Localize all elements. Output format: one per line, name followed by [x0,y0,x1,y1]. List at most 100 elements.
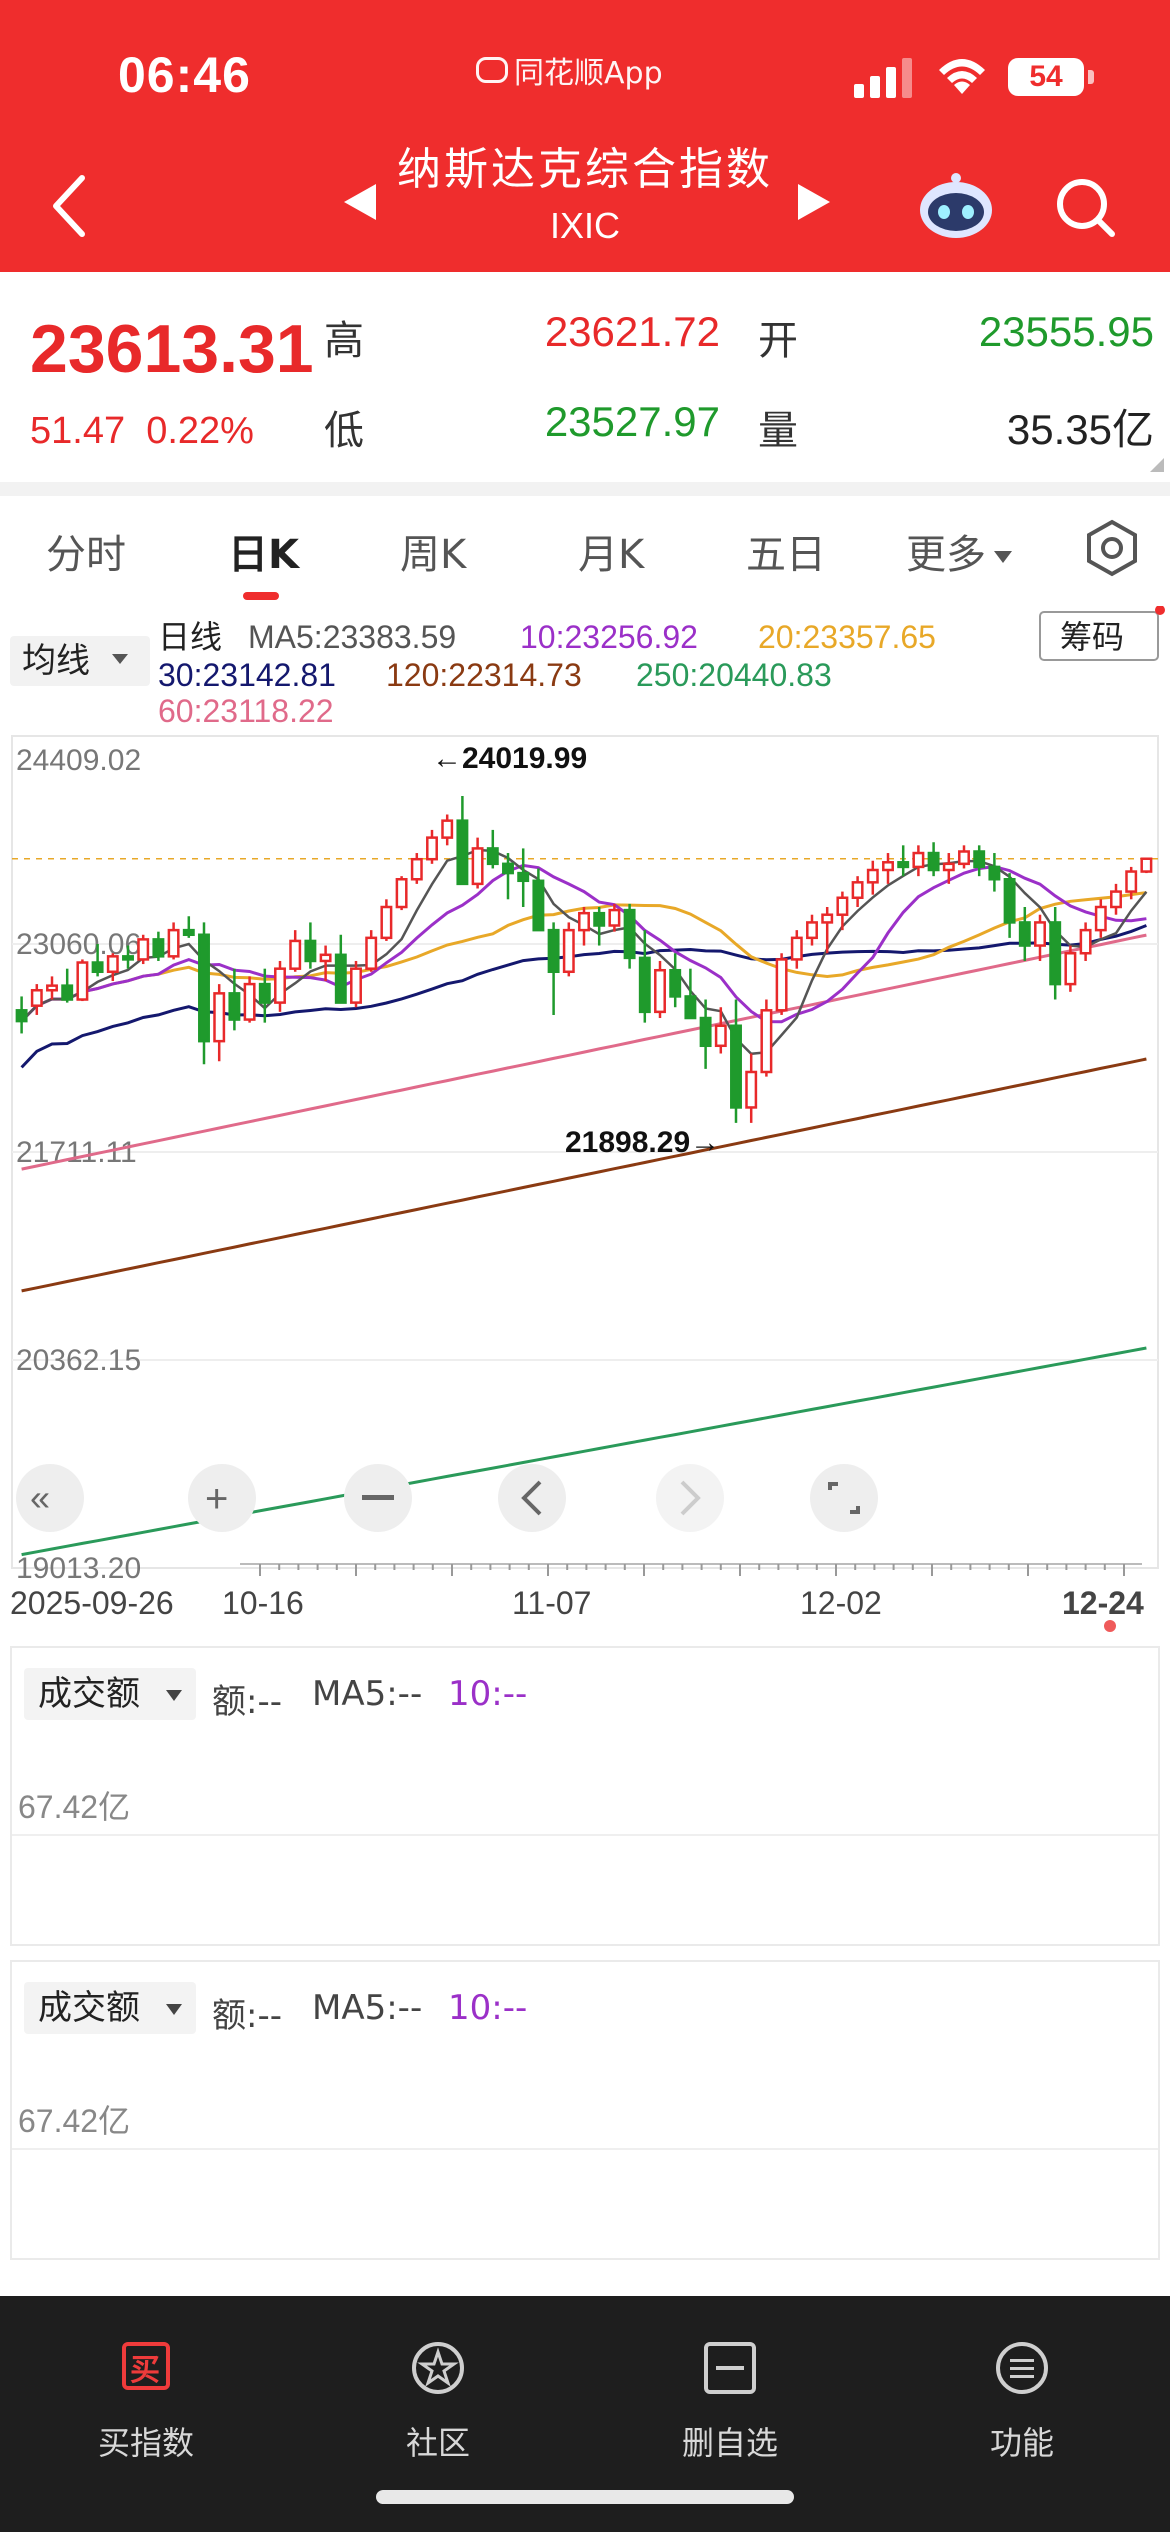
next-index-arrow-icon[interactable] [798,184,830,220]
high-label: 高 [324,318,364,364]
tab-more[interactable]: 更多 [906,522,1012,580]
volume-label: 量 [758,408,798,454]
last-price: 23613.31 [30,311,314,387]
volume-gridline-2 [12,2148,1158,2150]
robot-assistant-icon[interactable] [916,172,996,240]
active-tab-indicator [243,592,279,600]
ma60-label: 60:23118.22 [158,693,334,729]
candle-body [471,847,484,886]
quote-panel: 23613.31 51.47 0.22% 高 23621.72 开 23555.… [0,272,1170,482]
y-tick-label: 24409.02 [16,744,141,777]
high-value: 23621.72 [544,308,720,355]
candle-body [1094,905,1107,932]
candle-body [608,908,621,927]
volume-panel-2[interactable]: 成交额 额:-- MA5:-- 10:-- 67.42亿 [10,1960,1160,2260]
battery-indicator: 54 [1008,58,1084,96]
header-bar: 06:46 同花顺App 54 纳斯达克综合指数 IXIC [0,0,1170,272]
app-logo-icon [476,57,508,83]
candle-body [410,857,423,881]
ma-select-label: 均线 [22,642,90,680]
candle-body [1140,857,1153,873]
back-arrow-icon[interactable] [44,170,104,240]
index-title: 纳斯达克综合指数 IXIC [340,138,830,250]
candle-body [1064,952,1077,986]
candle-body [623,908,636,960]
candle-body [973,850,986,869]
scroll-left-button[interactable] [498,1464,566,1532]
candle-body [532,879,545,932]
chips-button-label: 筹码 [1060,619,1124,655]
candle-body [866,868,879,884]
index-code: IXIC [549,205,620,246]
expand-corner-icon[interactable] [1150,458,1164,472]
change-value: 51.47 [30,410,126,452]
cell-signal-icon [854,58,912,98]
status-app-name: 同花顺App [514,56,663,91]
tab-five-day[interactable]: 五日 [746,522,826,580]
nav-buy-index[interactable]: 买 买指数 [0,2296,292,2466]
candle-body [836,896,849,916]
candle-body [1110,890,1122,909]
volume-scale-2: 67.42亿 [18,2103,131,2139]
candle-body [350,967,362,1004]
candle-body [806,921,818,940]
candle-body [684,995,697,1020]
candle-body [851,881,864,900]
candle-body [167,928,180,958]
nav-community[interactable]: 社区 [292,2296,584,2466]
candle-body [61,984,74,1001]
candle-body [942,862,955,872]
candle-body [699,1016,712,1048]
minus-icon [362,1495,394,1500]
scroll-right-button[interactable] [656,1464,724,1532]
period-tabs: 分时 日K 周K 月K 五日 更多 [0,496,1170,606]
tab-monthly-k[interactable]: 月K [578,522,644,580]
candle-body [1034,921,1046,947]
search-icon[interactable] [1054,176,1118,240]
status-time: 06:46 [118,47,251,103]
ma250-label: 250:20440.83 [636,657,832,693]
indicator-select-1[interactable]: 成交额 [24,1668,196,1720]
nav-functions[interactable]: 功能 [876,2296,1168,2466]
candle-body [198,933,210,1043]
indicator-select-2[interactable]: 成交额 [24,1982,196,2034]
candle-body [638,956,651,1014]
candle-body [365,936,378,970]
tab-intraday[interactable]: 分时 [46,522,126,580]
index-name: 纳斯达克综合指数 [397,144,773,195]
candle-body [122,955,134,961]
plus-icon: + [205,1477,228,1521]
section-divider [0,482,1170,496]
double-chevron-left-icon: « [30,1477,50,1518]
candle-body [562,928,575,974]
indicator-select-1-label: 成交额 [38,1674,140,1714]
kline-chart-area[interactable]: 均线 日线 MA5:23383.59 10:23256.92 20:23357.… [0,605,1170,1646]
low-value: 23527.97 [544,398,720,445]
chevron-down-icon [994,551,1012,563]
settings-hexagon-icon[interactable] [1082,518,1142,578]
candle-body [137,938,150,961]
candle-body [76,961,89,1001]
fullscreen-button[interactable] [810,1464,878,1532]
nav-remove-watchlist[interactable]: 删自选 [584,2296,876,2466]
change-percent: 0.22% [146,410,254,452]
volume-amount-1: 额:-- [212,1682,282,1722]
ma120-line [21,1057,1147,1293]
ma30-label: 30:23142.81 [158,657,336,693]
kline-chart[interactable]: 均线 日线 MA5:23383.59 10:23256.92 20:23357.… [0,605,1170,1646]
candle-body [486,847,499,866]
candle-body [958,850,970,866]
indicator-select-2-label: 成交额 [38,1988,140,2028]
tab-daily-k[interactable]: 日K [228,522,299,580]
volume-panel-1[interactable]: 成交额 额:-- MA5:-- 10:-- 67.42亿 [10,1646,1160,1946]
candle-body [395,877,408,909]
candle-body [897,861,910,869]
volume-ma10-2: 10:-- [448,1988,528,2028]
y-tick-label: 21711.11 [16,1136,137,1169]
candle-body [426,836,438,861]
chevron-down-icon [166,1690,182,1701]
candle-body [745,1070,758,1109]
candle-body [821,913,834,924]
candle-body [669,968,682,998]
tab-weekly-k[interactable]: 周K [400,522,466,580]
